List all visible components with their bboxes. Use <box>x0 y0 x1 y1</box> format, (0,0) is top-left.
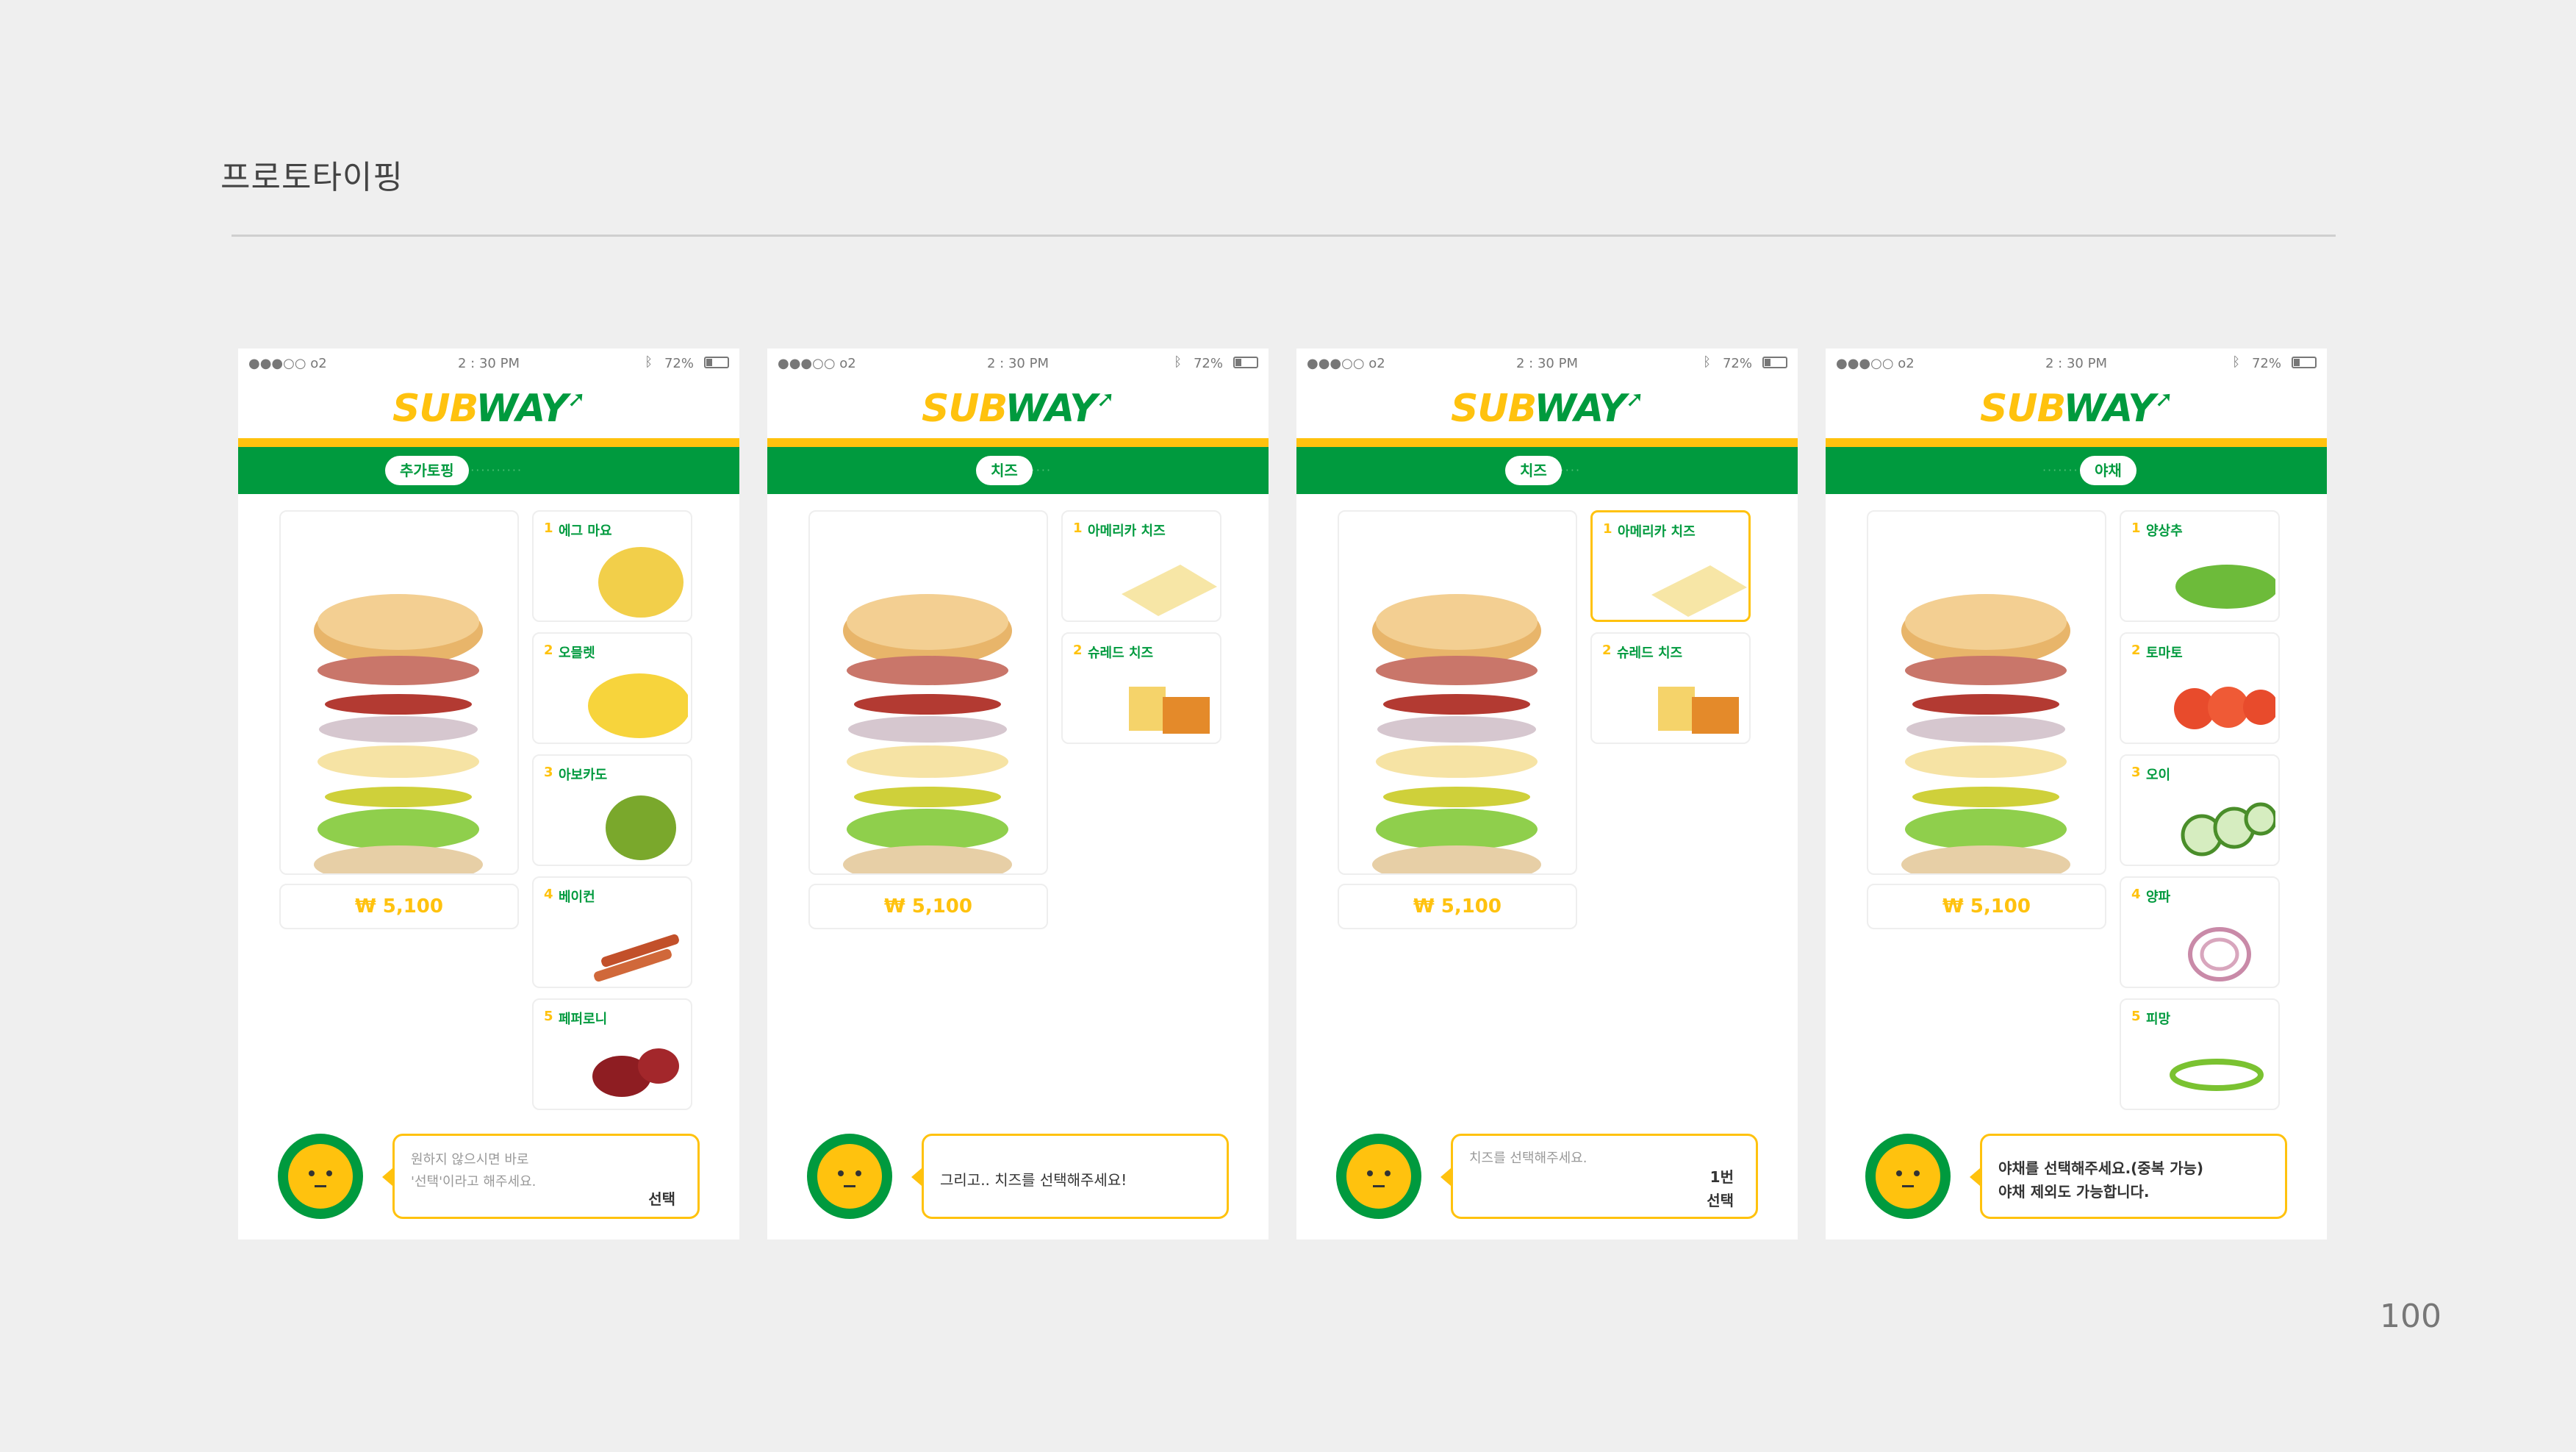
bubble-text-line2: 야채 제외도 가능합니다. <box>1998 1183 2150 1201</box>
header-stripe-yellow <box>238 438 739 447</box>
battery-icon <box>704 357 729 368</box>
battery-percent: 72% <box>2251 356 2281 371</box>
sandwich-preview <box>808 510 1048 884</box>
assistant-message-bubble: 원하지 않으시면 바로 '선택'이라고 해주세요. 선택 <box>382 1134 700 1219</box>
american-cheese-image <box>1651 565 1747 617</box>
shredded-cheese-image <box>1658 687 1739 734</box>
battery-percent: 72% <box>1193 356 1223 371</box>
price-display: ₩ 5,100 <box>1867 884 2106 929</box>
option-bacon[interactable]: 4 베이컨 <box>532 876 692 988</box>
sandwich-preview <box>1338 510 1577 884</box>
mascot-face-icon <box>1876 1144 1940 1209</box>
pepperoni-image <box>592 1048 679 1097</box>
onion-image <box>2188 927 2251 981</box>
heading-divider <box>232 235 2336 237</box>
header-stripe-yellow <box>1296 438 1798 447</box>
bluetooth-icon: ᛒ <box>645 354 653 370</box>
subway-logo: SUBWAY➚ <box>1979 387 2173 431</box>
omelet-image <box>588 673 688 738</box>
option-avocado[interactable]: 3 아보카도 <box>532 754 692 866</box>
current-step-pill[interactable]: 추가토핑 <box>385 456 469 485</box>
option-cucumber[interactable]: 3 오이 <box>2120 754 2280 866</box>
lettuce-image <box>2175 565 2275 609</box>
bubble-placeholder: 치즈를 선택해주세요. <box>1469 1151 1587 1166</box>
option-onion[interactable]: 4 양파 <box>2120 876 2280 988</box>
mascot-avatar <box>1336 1134 1421 1219</box>
phone-screen-cheese-selected: ●●●○○ o2 2 : 30 PM ᛒ 72% SUBWAY➚ ·······… <box>1296 348 1798 1240</box>
bluetooth-icon: ᛒ <box>2232 354 2240 370</box>
assistant-message-bubble: 야채를 선택해주세요.(중복 가능) 야채 제외도 가능합니다. <box>1970 1134 2287 1219</box>
subway-logo: SUBWAY➚ <box>921 387 1115 431</box>
bubble-text-line1: 그리고.. 치즈를 선택해주세요! <box>940 1171 1127 1189</box>
phone-screen-vegetables: ●●●○○ o2 2 : 30 PM ᛒ 72% SUBWAY➚ ·······… <box>1826 348 2327 1240</box>
battery-percent: 72% <box>1722 356 1752 371</box>
bacon-image <box>594 934 679 982</box>
sandwich-illustration <box>314 594 483 884</box>
tomato-image <box>2174 687 2275 729</box>
selected-option-text: 1번 <box>1709 1168 1734 1186</box>
step-trail: ············· <box>2042 463 2111 477</box>
bluetooth-icon: ᛒ <box>1703 354 1711 370</box>
select-action[interactable]: 선택 <box>648 1187 675 1209</box>
mascot-face-icon <box>817 1144 882 1209</box>
american-cheese-image <box>1122 565 1217 616</box>
sandwich-preview <box>279 510 519 884</box>
status-bar: ●●●○○ o2 2 : 30 PM ᛒ 72% <box>1826 348 2327 378</box>
avocado-image <box>606 795 676 860</box>
option-green-pepper[interactable]: 5 피망 <box>2120 998 2280 1110</box>
page-heading: 프로토타이핑 <box>220 159 403 196</box>
option-pepperoni[interactable]: 5 페퍼로니 <box>532 998 692 1110</box>
option-shredded-cheese[interactable]: 2 슈레드 치즈 <box>1061 632 1221 744</box>
select-action[interactable]: 선택 <box>1707 1189 1734 1210</box>
status-bar: ●●●○○ o2 2 : 30 PM ᛒ 72% <box>767 348 1269 378</box>
option-omelet[interactable]: 2 오믈렛 <box>532 632 692 744</box>
option-lettuce[interactable]: 1 양상추 <box>2120 510 2280 622</box>
bubble-text-line1: 원하지 않으시면 바로 <box>411 1152 529 1167</box>
option-american-cheese-selected[interactable]: 1 아메리카 치즈 <box>1590 510 1751 622</box>
status-bar: ●●●○○ o2 2 : 30 PM ᛒ 72% <box>238 348 739 378</box>
option-egg-mayo[interactable]: 1 에그 마요 <box>532 510 692 622</box>
battery-icon <box>1762 357 1787 368</box>
mascot-avatar <box>1865 1134 1951 1219</box>
battery-icon <box>1233 357 1258 368</box>
sandwich-illustration <box>843 594 1012 884</box>
battery-icon <box>2292 357 2317 368</box>
mascot-avatar <box>278 1134 363 1219</box>
page-number: 100 <box>2380 1298 2442 1335</box>
bluetooth-icon: ᛒ <box>1174 354 1182 370</box>
option-tomato[interactable]: 2 토마토 <box>2120 632 2280 744</box>
sandwich-illustration <box>1372 594 1541 884</box>
bubble-text-line1: 야채를 선택해주세요.(중복 가능) <box>1998 1159 2204 1177</box>
sandwich-preview <box>1867 510 2106 884</box>
mascot-face-icon <box>1346 1144 1411 1209</box>
egg-mayo-image <box>598 547 684 618</box>
subway-logo: SUBWAY➚ <box>392 387 586 431</box>
header-stripe-yellow <box>1826 438 2327 447</box>
mascot-avatar <box>807 1134 892 1219</box>
price-display: ₩ 5,100 <box>279 884 519 929</box>
current-step-pill[interactable]: 치즈 <box>976 456 1033 485</box>
price-display: ₩ 5,100 <box>808 884 1048 929</box>
cucumber-image <box>2181 802 2275 856</box>
option-american-cheese[interactable]: 1 아메리카 치즈 <box>1061 510 1221 622</box>
option-shredded-cheese[interactable]: 2 슈레드 치즈 <box>1590 632 1751 744</box>
bubble-text-line2: '선택'이라고 해주세요. <box>411 1174 537 1190</box>
voice-input-bubble: 치즈를 선택해주세요. 1번 선택 <box>1441 1134 1758 1219</box>
phone-screen-toppings: ●●●○○ o2 2 : 30 PM ᛒ 72% SUBWAY➚ ·······… <box>238 348 739 1240</box>
header-stripe-yellow <box>767 438 1269 447</box>
sandwich-illustration <box>1901 594 2070 884</box>
step-trail: ············· <box>454 463 523 477</box>
current-step-pill[interactable]: 야채 <box>2080 456 2136 485</box>
assistant-message-bubble: 그리고.. 치즈를 선택해주세요! <box>911 1134 1229 1219</box>
battery-percent: 72% <box>664 356 694 371</box>
mascot-face-icon <box>288 1144 353 1209</box>
green-pepper-image <box>2170 1059 2264 1091</box>
current-step-pill[interactable]: 치즈 <box>1505 456 1562 485</box>
phone-screen-cheese: ●●●○○ o2 2 : 30 PM ᛒ 72% SUBWAY➚ ·······… <box>767 348 1269 1240</box>
price-display: ₩ 5,100 <box>1338 884 1577 929</box>
subway-logo: SUBWAY➚ <box>1450 387 1644 431</box>
shredded-cheese-image <box>1129 687 1210 734</box>
status-bar: ●●●○○ o2 2 : 30 PM ᛒ 72% <box>1296 348 1798 378</box>
